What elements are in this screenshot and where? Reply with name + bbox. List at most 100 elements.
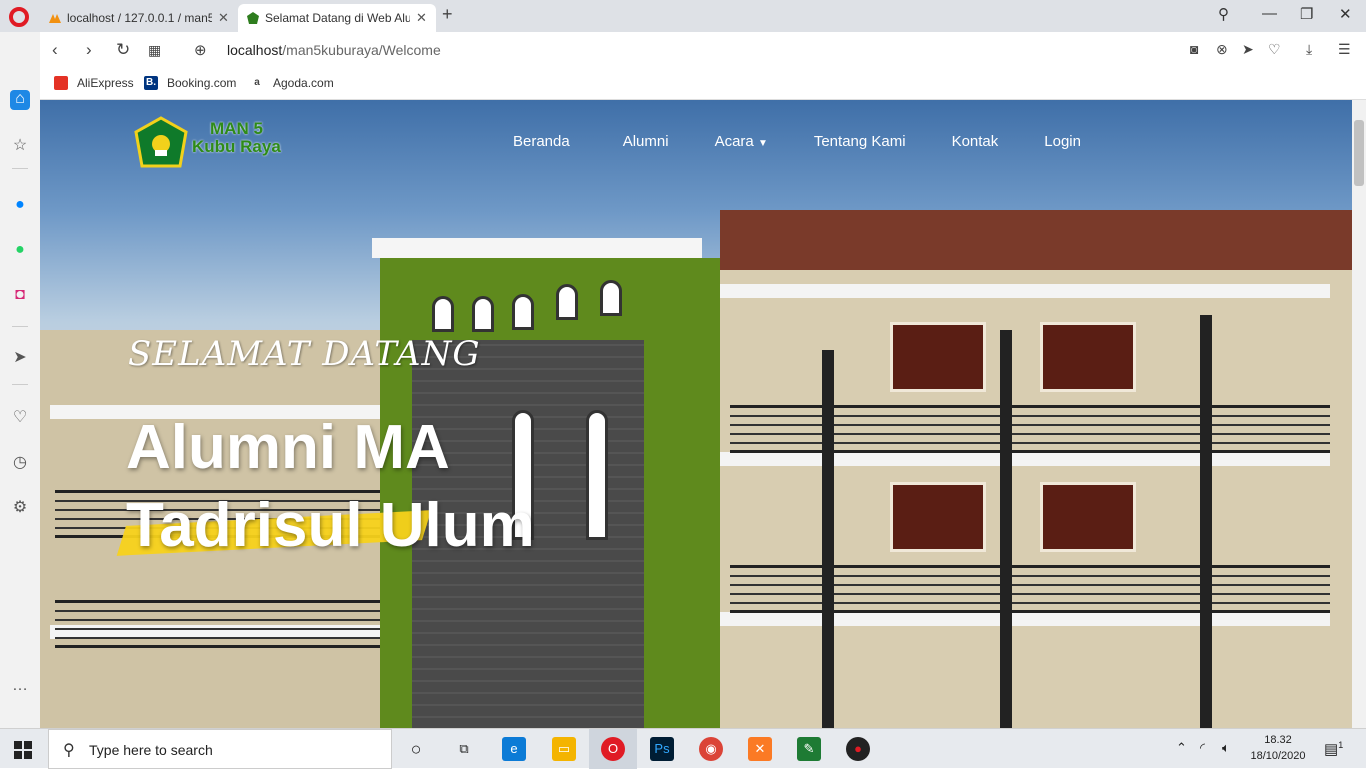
back-icon[interactable]: ‹ [52,40,58,60]
arch-window [586,410,608,540]
window [1040,322,1136,392]
settings-icon[interactable]: ⚙ [10,497,30,517]
bookmark-agoda[interactable]: a Agoda.com [250,76,334,90]
scrollbar-thumb[interactable] [1354,120,1364,186]
floor-slab [720,284,1330,298]
send-icon[interactable]: ➤ [1242,41,1254,58]
record-icon[interactable]: ● [846,737,870,761]
windows-taskbar: ⚲ Type here to search ○ ⧉ e ▭ O Ps ◉ ✕ ✎… [0,728,1366,769]
close-tab-icon[interactable]: ✕ [416,10,427,26]
forward-icon[interactable]: › [86,40,92,60]
balcony-railing [55,600,380,648]
welcome-heading: SELAMAT DATANG [128,334,481,374]
caret-down-icon: ▼ [757,138,768,149]
building-right-wing [720,270,1352,728]
brand-line1: MAN 5 [210,119,263,138]
adblock-icon[interactable]: ⊗ [1216,41,1228,58]
whatsapp-icon[interactable]: ● [10,241,30,261]
close-window-icon[interactable]: ✕ [1339,5,1352,23]
arch-window [512,294,534,330]
heart-icon[interactable]: ♡ [1268,41,1281,58]
new-tab-icon[interactable]: + [442,4,453,25]
nav-tentang-kami[interactable]: Tentang Kami [814,133,906,150]
close-tab-icon[interactable]: ✕ [218,10,229,26]
flow-icon[interactable]: ➤ [10,347,30,367]
speed-dial-icon[interactable]: ▦ [148,42,161,59]
download-icon[interactable]: ⤓ [1306,41,1312,58]
photoshop-icon[interactable]: Ps [650,737,674,761]
personal-news-icon[interactable]: ♡ [10,407,30,427]
brand-line2: Kubu Raya [192,137,281,156]
building-roof [720,210,1352,278]
sidebar-divider [12,168,28,169]
search-tabs-icon[interactable]: ⚲ [1218,5,1229,23]
bookmarks-icon[interactable]: ☆ [10,135,30,155]
url-field[interactable]: localhost/man5kuburaya/Welcome [227,42,441,58]
page-scrollbar[interactable] [1352,100,1366,728]
task-view-icon[interactable]: ⧉ [452,737,476,761]
file-explorer-icon[interactable]: ▭ [552,737,576,761]
volume-icon[interactable]: 🔈︎ [1222,740,1230,756]
tower-top [372,238,702,258]
tab-welcome[interactable]: Selamat Datang di Web Alumni ✕ [238,4,436,32]
globe-icon: ⊕ [194,42,207,59]
instagram-icon[interactable]: ◘ [10,286,30,306]
site-favicon-icon [247,12,259,24]
history-icon[interactable]: ◷ [10,452,30,472]
url-path: /man5kuburaya/Welcome [282,42,441,58]
notification-center-icon[interactable]: ▤1 [1324,740,1343,758]
hero-section: MAN 5 Kubu Raya Beranda Alumni Acara ▼ T… [40,100,1352,728]
bookmarks-bar: AliExpress B. Booking.com a Agoda.com [40,68,1366,100]
phpmyadmin-favicon-icon [49,14,61,23]
floor-slab [720,452,1330,466]
windows-start-icon[interactable] [14,741,32,759]
pillar [1200,315,1212,728]
reload-icon[interactable]: ↻ [116,40,130,60]
bookmark-label: AliExpress [77,76,134,90]
opera-menu-icon[interactable] [9,7,29,27]
arch-window [432,296,454,332]
kemenag-logo-icon[interactable] [132,116,190,172]
chrome-icon[interactable]: ◉ [699,737,723,761]
messenger-icon[interactable]: ● [10,196,30,216]
taskbar-search[interactable]: ⚲ Type here to search [48,729,392,769]
floor-slab [720,612,1330,626]
opera-taskbar-icon[interactable]: O [601,737,625,761]
aliexpress-icon [54,76,68,90]
nav-acara-dropdown[interactable]: Acara ▼ [715,133,768,150]
nav-alumni[interactable]: Alumni [623,133,669,150]
opera-sidebar: ⌂ ☆ ● ● ◘ ➤ ♡ ◷ ⚙ … [0,32,40,728]
taskbar-clock[interactable]: 18.32 18/10/2020 [1250,732,1306,764]
nav-acara-label: Acara [714,133,754,150]
home-icon[interactable]: ⌂ [10,90,30,110]
balcony-railing [730,405,1330,453]
nav-login[interactable]: Login [1044,133,1081,150]
more-icon[interactable]: … [10,677,30,697]
tray-expand-icon[interactable]: ⌃ [1176,740,1187,756]
minimize-icon[interactable]: — [1262,5,1277,22]
easy-setup-icon[interactable]: ☰ [1338,41,1351,58]
bookmark-booking[interactable]: B. Booking.com [144,76,236,90]
tab-phpmyadmin[interactable]: localhost / 127.0.0.1 / man5 ✕ [40,4,238,32]
hero-title-line2: Tadrisul Ulum [126,491,535,560]
arch-window [472,296,494,332]
window [1040,482,1136,552]
edge-icon[interactable]: e [502,737,526,761]
window [890,482,986,552]
xampp-icon[interactable]: ✕ [748,737,772,761]
notepad-plus-icon[interactable]: ✎ [797,737,821,761]
snapshot-icon[interactable]: ◙ [1190,41,1198,57]
brand-name[interactable]: MAN 5 Kubu Raya [192,120,281,156]
restore-icon[interactable]: ❐ [1300,5,1313,23]
nav-kontak[interactable]: Kontak [952,133,999,150]
sidebar-divider [12,384,28,385]
bookmark-aliexpress[interactable]: AliExpress [54,76,134,90]
nav-beranda[interactable]: Beranda [513,133,570,150]
cortana-icon[interactable]: ○ [404,737,428,761]
search-placeholder: Type here to search [89,742,213,758]
window [890,322,986,392]
search-icon: ⚲ [63,742,75,759]
bookmark-label: Agoda.com [273,76,334,90]
bookmark-label: Booking.com [167,76,237,90]
network-icon[interactable]: ◜ [1200,740,1205,756]
